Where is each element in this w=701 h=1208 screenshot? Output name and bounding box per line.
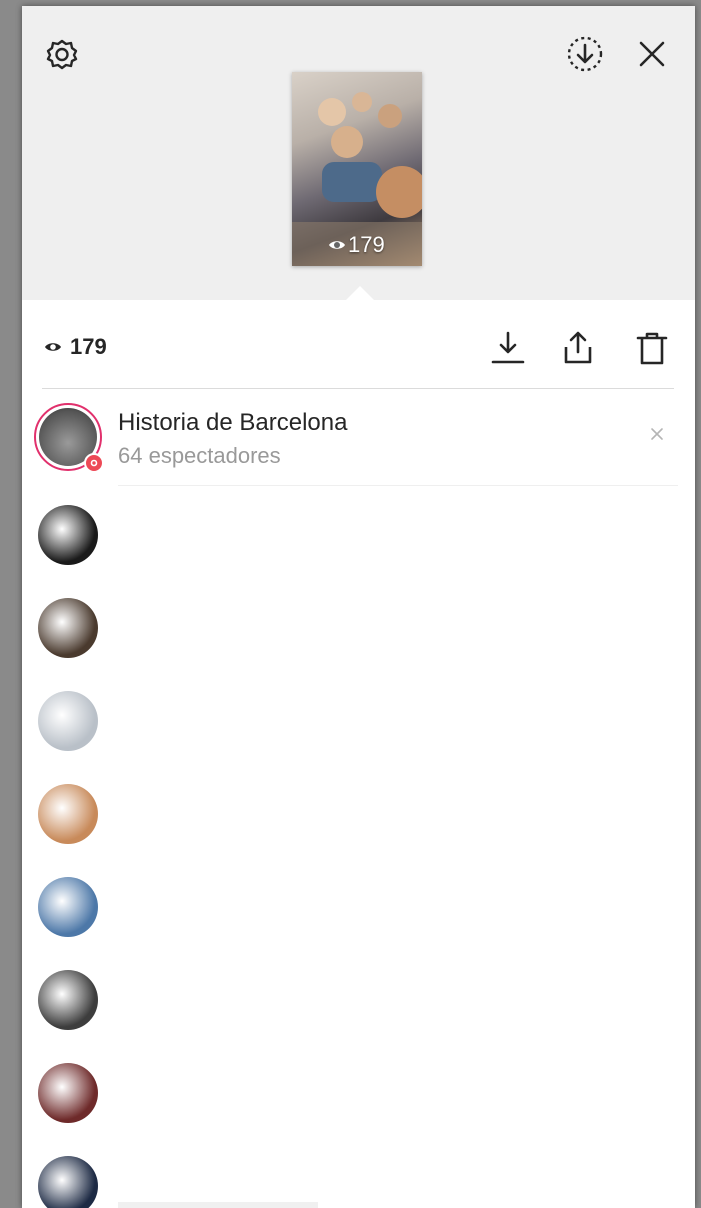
avatar[interactable] (38, 691, 98, 751)
story-viewer-sheet: 179 179 Historia de Barcelona 64 especta… (22, 6, 695, 1208)
view-count[interactable]: 179 (44, 334, 107, 360)
thumbnail-view-count: 179 (328, 232, 385, 258)
thumbnail-view-count-text: 179 (348, 232, 385, 257)
avatar[interactable] (38, 877, 98, 937)
avatar[interactable] (38, 970, 98, 1030)
highlight-badge-icon (84, 453, 104, 473)
highlight-subtitle: 64 espectadores (118, 443, 281, 468)
avatar[interactable] (38, 1156, 98, 1208)
download-icon[interactable] (486, 326, 530, 370)
close-icon[interactable] (640, 417, 674, 451)
story-stats-bar: 179 (22, 302, 695, 388)
close-icon[interactable] (632, 34, 672, 74)
trash-icon[interactable] (630, 326, 674, 370)
avatar[interactable] (38, 784, 98, 844)
highlight-row[interactable]: Historia de Barcelona 64 espectadores (22, 389, 695, 486)
download-circle-icon[interactable] (563, 32, 607, 76)
gear-icon[interactable] (42, 34, 82, 74)
viewer-name-fragment (118, 1202, 318, 1208)
highlight-title: Historia de Barcelona (118, 409, 348, 436)
view-count-text: 179 (70, 334, 107, 359)
eye-icon (45, 343, 61, 351)
avatar[interactable] (38, 598, 98, 658)
eye-icon (329, 241, 345, 249)
avatar[interactable] (38, 505, 98, 565)
row-divider (118, 485, 678, 486)
redacted-area (118, 489, 695, 1208)
avatar[interactable] (38, 1063, 98, 1123)
story-preview-area: 179 (22, 6, 695, 302)
thumbnail-pointer (344, 286, 376, 302)
share-icon[interactable] (556, 326, 600, 370)
story-thumbnail[interactable]: 179 (292, 72, 422, 266)
